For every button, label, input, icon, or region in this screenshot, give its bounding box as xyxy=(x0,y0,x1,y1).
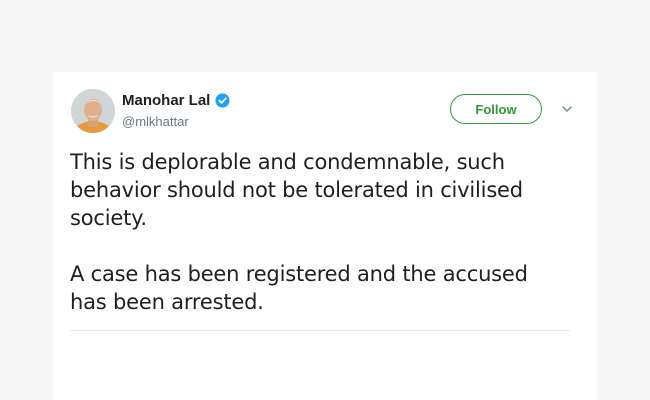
avatar-image xyxy=(71,89,115,133)
avatar[interactable] xyxy=(71,89,115,133)
user-name-text: Manohar Lal xyxy=(122,92,211,109)
verified-icon xyxy=(215,93,230,108)
user-name[interactable]: Manohar Lal xyxy=(122,92,230,109)
tweet-text: This is deplorable and condemnable, such… xyxy=(70,148,570,316)
page: Manohar Lal @mlkhattar Follow This is de… xyxy=(0,0,650,400)
chevron-down-icon[interactable] xyxy=(560,102,574,116)
tweet-paragraph-1: This is deplorable and condemnable, such… xyxy=(70,150,523,230)
tweet-paragraph-2: A case has been registered and the accus… xyxy=(70,262,528,314)
follow-button[interactable]: Follow xyxy=(450,94,542,124)
user-handle[interactable]: @mlkhattar xyxy=(122,114,189,129)
divider xyxy=(70,330,570,331)
tweet-card: Manohar Lal @mlkhattar Follow This is de… xyxy=(53,72,597,400)
